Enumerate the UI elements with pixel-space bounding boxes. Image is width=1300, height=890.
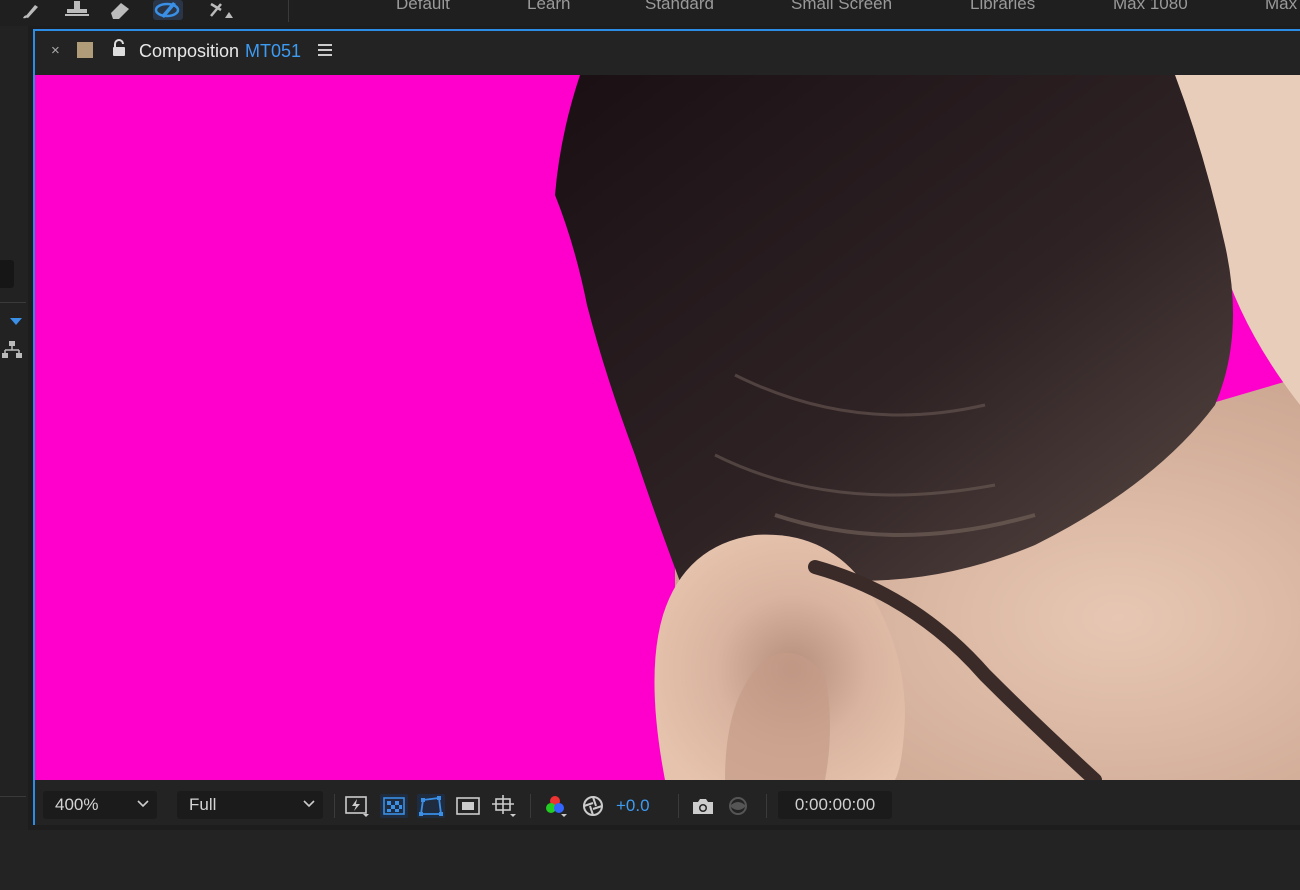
close-panel-button[interactable]: × — [51, 42, 60, 59]
left-panel-edge — [0, 26, 28, 830]
left-panel-divider — [0, 796, 26, 797]
separator — [766, 794, 767, 818]
dropdown-triangle-icon[interactable] — [10, 318, 22, 325]
clone-stamp-tool-icon[interactable] — [62, 0, 92, 20]
composition-panel: × Composition MT051 400% Full +0.0 0:00:… — [33, 29, 1300, 825]
separator — [678, 794, 679, 818]
brush-tool-icon[interactable] — [18, 0, 48, 20]
footage-frame — [555, 75, 1300, 780]
resolution-dropdown[interactable]: Full — [177, 791, 323, 819]
left-panel-divider — [0, 302, 26, 303]
composition-viewer[interactable] — [35, 75, 1300, 780]
resolution-value: Full — [189, 795, 217, 814]
magnification-value: 400% — [55, 795, 99, 814]
left-panel-control[interactable] — [0, 260, 14, 288]
chevron-down-icon — [303, 800, 315, 808]
panel-title-label: Composition — [139, 41, 240, 61]
eraser-tool-icon[interactable] — [105, 0, 135, 20]
workspace-small-screen[interactable]: Small Screen — [791, 0, 892, 14]
workspace-max[interactable]: Max — [1265, 0, 1297, 14]
puppet-pin-tool-icon[interactable] — [207, 0, 237, 20]
workspace-libraries[interactable]: Libraries — [970, 0, 1035, 14]
separator — [530, 794, 531, 818]
label-color-swatch[interactable] — [77, 42, 93, 58]
exposure-value[interactable]: +0.0 — [616, 796, 650, 816]
workspace-learn[interactable]: Learn — [527, 0, 570, 14]
composition-tab: × Composition MT051 — [35, 31, 1300, 75]
viewer-controls-bar: 400% Full +0.0 0:00:00:00 — [35, 780, 1300, 825]
lower-panel-area — [0, 830, 1300, 890]
panel-title: Composition MT051 — [139, 41, 301, 62]
transparency-grid-icon[interactable] — [380, 794, 408, 818]
panel-menu-icon[interactable] — [318, 44, 332, 56]
show-channel-icon[interactable] — [542, 794, 570, 818]
workspace-default[interactable]: Default — [396, 0, 450, 14]
mask-path-visibility-icon[interactable] — [417, 794, 445, 818]
camera-icon[interactable] — [689, 794, 717, 818]
reset-exposure-icon[interactable] — [579, 794, 607, 818]
current-time-display[interactable]: 0:00:00:00 — [778, 791, 892, 819]
chevron-down-icon — [137, 800, 149, 808]
composition-name[interactable]: MT051 — [245, 41, 301, 61]
roto-brush-tool-icon[interactable] — [153, 0, 183, 20]
separator — [334, 794, 335, 818]
workspace-standard[interactable]: Standard — [645, 0, 714, 14]
flowchart-icon[interactable] — [2, 340, 22, 360]
tools-toolbar: Default Learn Standard Small Screen Libr… — [0, 0, 1300, 26]
workspace-max-1080[interactable]: Max 1080 — [1113, 0, 1188, 14]
fast-previews-icon[interactable] — [343, 794, 371, 818]
show-snapshot-icon[interactable] — [725, 794, 753, 818]
lock-icon[interactable] — [112, 39, 126, 57]
grid-guides-icon[interactable] — [490, 794, 518, 818]
magnification-dropdown[interactable]: 400% — [43, 791, 157, 819]
toolbar-separator — [288, 0, 289, 22]
region-of-interest-icon[interactable] — [454, 794, 482, 818]
